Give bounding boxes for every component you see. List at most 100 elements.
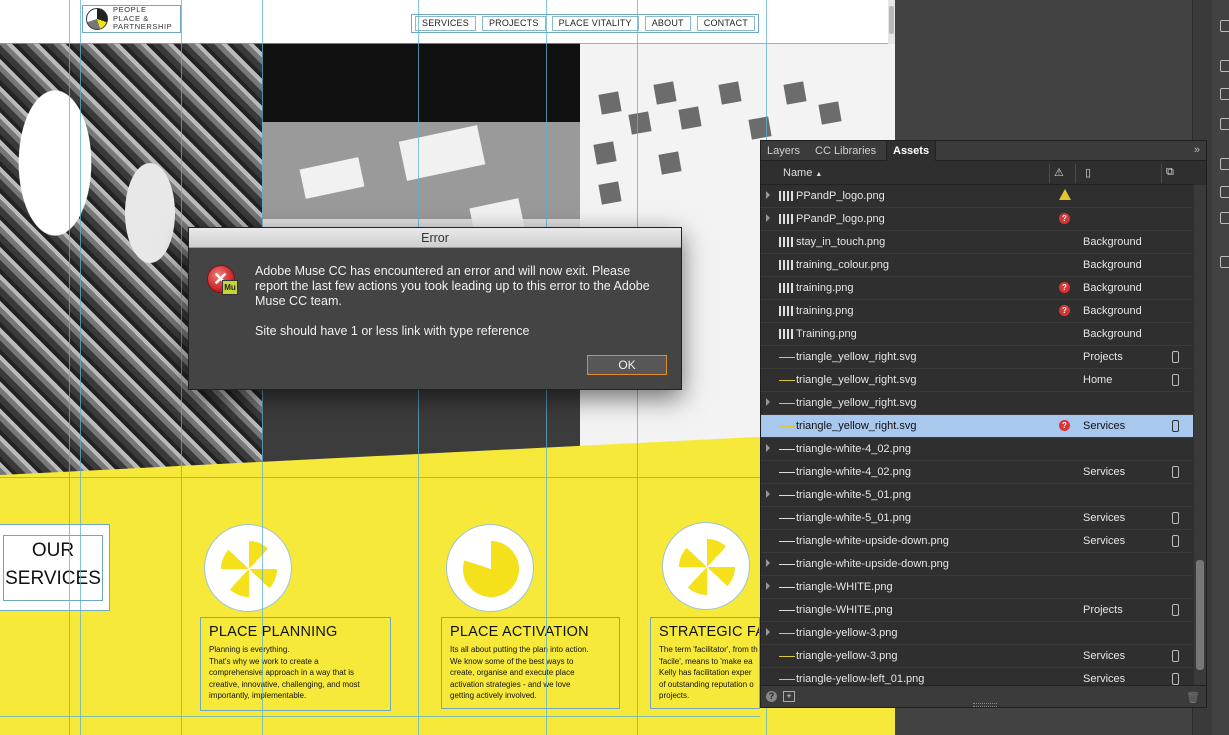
asset-row[interactable]: triangle-yellow-3.png Services: [761, 645, 1193, 668]
asset-row[interactable]: triangle_yellow_right.svg Projects: [761, 346, 1193, 369]
panel-transform-icon[interactable]: [1220, 118, 1229, 130]
logo-mark-icon: [86, 8, 108, 30]
phone-device-icon: [1172, 535, 1179, 547]
asset-row[interactable]: triangle-WHITE.png: [761, 576, 1193, 599]
missing-asset-icon[interactable]: ?: [1059, 213, 1070, 224]
panel-swatches-icon[interactable]: [1220, 186, 1229, 198]
ok-button[interactable]: OK: [587, 355, 667, 375]
service-card[interactable]: PLACE PLANNING Planning is everything. Th…: [200, 617, 391, 711]
asset-page: Services: [1083, 466, 1126, 478]
phone-device-icon: [1172, 351, 1179, 363]
canvas-scrollbar[interactable]: [888, 0, 895, 44]
asset-row[interactable]: triangle-yellow-3.png: [761, 622, 1193, 645]
warning-triangle-icon[interactable]: [1059, 189, 1071, 200]
asset-filename: stay_in_touch.png: [796, 236, 886, 248]
expand-arrow-icon[interactable]: [766, 582, 770, 590]
asset-thumbnail-icon: [779, 467, 795, 473]
asset-row[interactable]: triangle-white-4_02.png Services: [761, 461, 1193, 484]
expand-arrow-icon[interactable]: [766, 214, 770, 222]
expand-arrow-icon[interactable]: [766, 398, 770, 406]
nav-item-projects[interactable]: PROJECTS: [481, 16, 546, 31]
asset-thumbnail-icon: [779, 191, 795, 201]
asset-row[interactable]: triangle_yellow_right.svg: [761, 392, 1193, 415]
nav-item-place-vitality[interactable]: PLACE VITALITY: [551, 16, 639, 31]
expand-arrow-icon[interactable]: [766, 191, 770, 199]
missing-asset-icon[interactable]: ?: [1059, 420, 1070, 431]
muse-window: { "website": { "logo_text": "PEOPLE\nPLA…: [0, 0, 1229, 735]
phone-device-icon: [1172, 673, 1179, 685]
expand-arrow-icon[interactable]: [766, 490, 770, 498]
asset-row[interactable]: triangle_yellow_right.svg? Services: [761, 415, 1193, 438]
missing-asset-icon[interactable]: ?: [1059, 305, 1070, 316]
site-nav: SERVICES PROJECTS PLACE VITALITY ABOUT CONTA…: [411, 14, 759, 33]
asset-thumbnail-icon: [779, 513, 795, 519]
panel-states-icon[interactable]: [1220, 158, 1229, 170]
panel-layout-icon[interactable]: [1220, 60, 1229, 72]
dialog-title: Error: [189, 228, 681, 248]
panel-resize-grip[interactable]: [973, 703, 997, 707]
status-column-warning-icon[interactable]: ⚠: [1054, 166, 1064, 179]
expand-arrow-icon[interactable]: [766, 628, 770, 636]
asset-row[interactable]: Training.png Background: [761, 323, 1193, 346]
assets-column-header: Name ▲ ⚠ ▯ ⧉: [761, 162, 1193, 185]
asset-thumbnail-icon: [779, 352, 795, 358]
nav-item-contact[interactable]: CONTACT: [696, 16, 755, 31]
service-icon-planning[interactable]: [204, 524, 292, 612]
panel-grid-icon[interactable]: [1220, 20, 1229, 32]
asset-row[interactable]: triangle-white-upside-down.png Services: [761, 530, 1193, 553]
asset-filename: triangle-white-4_02.png: [796, 443, 911, 455]
tab-cc-libraries[interactable]: CC Libraries: [809, 141, 882, 161]
nav-item-services[interactable]: SERVICES: [415, 16, 476, 31]
asset-page: Services: [1083, 512, 1126, 524]
name-column-header[interactable]: Name ▲: [783, 167, 822, 179]
service-card[interactable]: STRATEGIC FA The term 'facilitator', from…: [650, 617, 760, 709]
device-column-icon[interactable]: ⧉: [1166, 166, 1174, 179]
expand-arrow-icon[interactable]: [766, 559, 770, 567]
asset-page: Projects: [1083, 604, 1123, 616]
asset-row[interactable]: triangle_yellow_right.svg Home: [761, 369, 1193, 392]
service-card-title: PLACE PLANNING: [209, 624, 338, 640]
tab-assets[interactable]: Assets: [886, 141, 937, 161]
service-card-body: The term 'facilitator', from th 'facile'…: [659, 645, 758, 700]
help-icon[interactable]: ?: [766, 691, 777, 702]
site-header: PEOPLE PLACE & PARTNERSHIP SERVICES PROJE…: [0, 0, 888, 43]
add-asset-icon[interactable]: +: [783, 691, 795, 702]
panel-align-icon[interactable]: [1220, 256, 1229, 268]
site-logo[interactable]: PEOPLE PLACE & PARTNERSHIP: [82, 5, 181, 33]
asset-thumbnail-icon: [779, 674, 795, 680]
expand-arrow-icon[interactable]: [766, 444, 770, 452]
asset-row[interactable]: PPandP_logo.png?: [761, 208, 1193, 231]
asset-row[interactable]: triangle-white-5_01.png Services: [761, 507, 1193, 530]
asset-row[interactable]: PPandP_logo.png: [761, 185, 1193, 208]
asset-thumbnail-icon: [779, 398, 795, 404]
trash-icon[interactable]: 🗑: [1186, 691, 1200, 704]
tab-layers[interactable]: Layers: [761, 141, 806, 161]
asset-row[interactable]: triangle-yellow-left_01.png Services: [761, 668, 1193, 685]
asset-row[interactable]: training.png? Background: [761, 277, 1193, 300]
asset-row[interactable]: training_colour.png Background: [761, 254, 1193, 277]
asset-filename: training.png: [796, 282, 854, 294]
panel-assets-icon[interactable]: [1220, 212, 1229, 224]
asset-row[interactable]: stay_in_touch.png Background: [761, 231, 1193, 254]
asset-page: Services: [1083, 673, 1126, 685]
dialog-detail: Site should have 1 or less link with typ…: [255, 324, 530, 338]
nav-item-about[interactable]: ABOUT: [644, 16, 691, 31]
our-services-box[interactable]: OUR SERVICES: [0, 524, 110, 611]
service-icon-activation[interactable]: [446, 524, 534, 612]
asset-thumbnail-icon: [779, 329, 795, 339]
asset-row[interactable]: triangle-white-upside-down.png: [761, 553, 1193, 576]
missing-asset-icon[interactable]: ?: [1059, 282, 1070, 293]
asset-page: Background: [1083, 259, 1142, 271]
service-card[interactable]: PLACE ACTIVATION Its all about putting th…: [441, 617, 620, 709]
asset-row[interactable]: training.png? Background: [761, 300, 1193, 323]
assets-scrollbar[interactable]: [1194, 185, 1206, 685]
asset-row[interactable]: triangle-white-5_01.png: [761, 484, 1193, 507]
panel-link-icon[interactable]: [1220, 88, 1229, 100]
collapse-panel-icon[interactable]: »: [1194, 144, 1200, 156]
asset-thumbnail-icon: [779, 605, 795, 611]
service-icon-facilitation[interactable]: [662, 522, 750, 610]
asset-row[interactable]: triangle-WHITE.png Projects: [761, 599, 1193, 622]
asset-thumbnail-icon: [779, 559, 795, 565]
asset-row[interactable]: triangle-white-4_02.png: [761, 438, 1193, 461]
page-column-document-icon[interactable]: ▯: [1085, 166, 1091, 179]
